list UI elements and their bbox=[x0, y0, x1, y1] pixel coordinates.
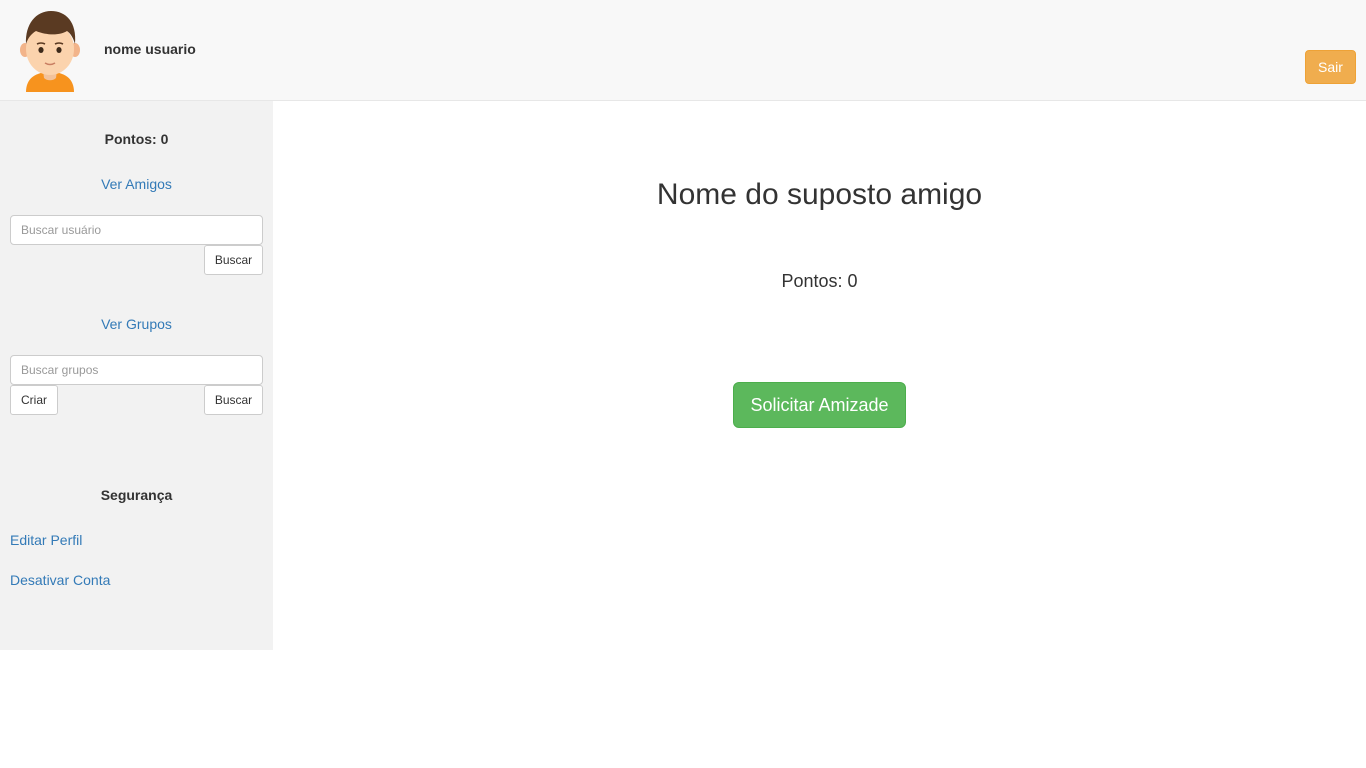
friends-link[interactable]: Ver Amigos bbox=[101, 176, 172, 192]
username: nome usuario bbox=[104, 41, 196, 57]
security-heading: Segurança bbox=[100, 487, 173, 503]
search-users-input[interactable] bbox=[10, 215, 263, 245]
create-group-button[interactable]: Criar bbox=[10, 385, 58, 415]
groups-link[interactable]: Ver Grupos bbox=[101, 316, 172, 332]
request-friendship-button[interactable]: Solicitar Amizade bbox=[733, 382, 906, 428]
edit-profile-link[interactable]: Editar Perfil bbox=[10, 532, 82, 548]
sidebar: Pontos: 0 Ver Amigos Buscar Ver Grupos C… bbox=[0, 101, 273, 650]
user-avatar-icon bbox=[20, 11, 80, 92]
logout-button[interactable]: Sair bbox=[1305, 50, 1356, 84]
user-points: Pontos: 0 bbox=[104, 131, 169, 147]
top-header: nome usuario Sair bbox=[0, 0, 1366, 101]
search-groups-button[interactable]: Buscar bbox=[204, 385, 263, 415]
friend-name-heading: Nome do suposto amigo bbox=[656, 178, 983, 211]
deactivate-account-link[interactable]: Desativar Conta bbox=[10, 572, 110, 588]
search-users-button[interactable]: Buscar bbox=[204, 245, 263, 275]
search-groups-input[interactable] bbox=[10, 355, 263, 385]
friend-points: Pontos: 0 bbox=[781, 271, 858, 291]
friends-link-row: Ver Amigos bbox=[0, 176, 273, 194]
groups-link-row: Ver Grupos bbox=[0, 316, 273, 334]
